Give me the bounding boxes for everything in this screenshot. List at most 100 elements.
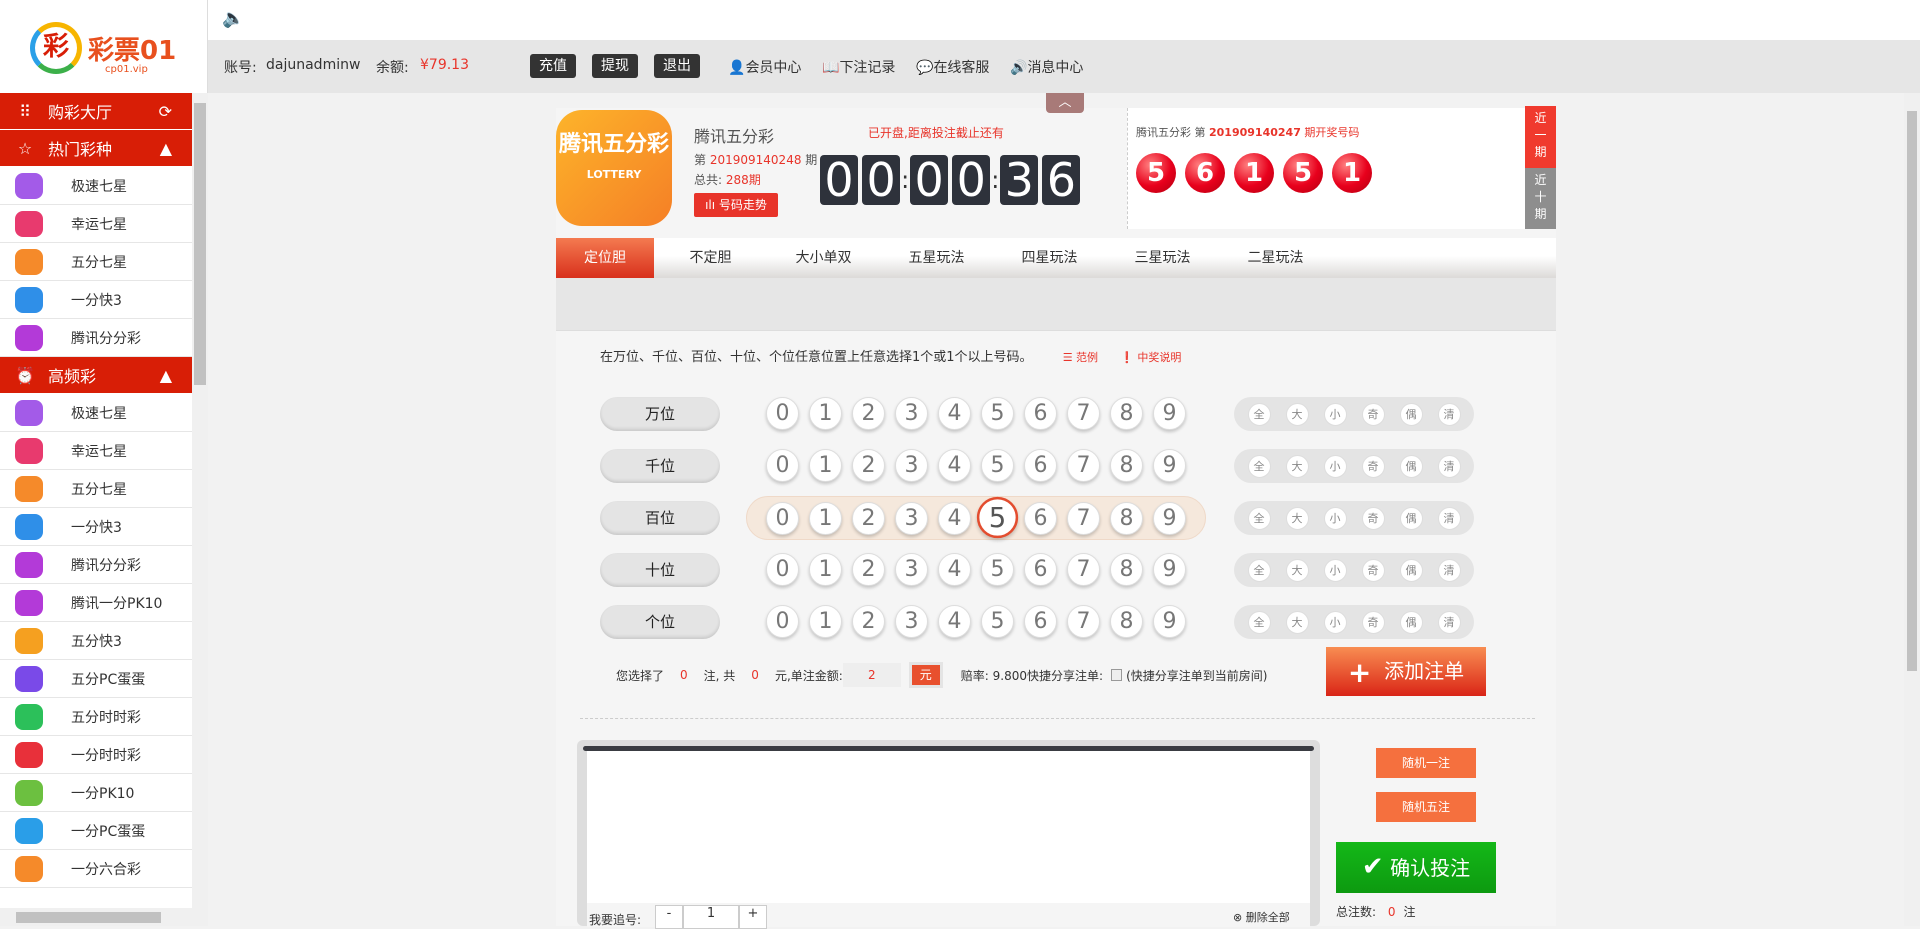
sidebar-section-frequent[interactable]: ⏰ 高频彩 ▲ <box>0 357 192 394</box>
speaker-icon[interactable]: 🔈 <box>222 8 244 29</box>
number-ball[interactable]: 6 <box>1024 397 1057 430</box>
tab-play-type[interactable]: 三星玩法 <box>1106 238 1219 278</box>
position-label[interactable]: 十位 <box>600 553 720 587</box>
number-ball[interactable]: 3 <box>895 449 928 482</box>
tab-play-type[interactable]: 五星玩法 <box>880 238 993 278</box>
number-ball[interactable]: 5 <box>981 449 1014 482</box>
sidebar-item[interactable]: 幸运七星 <box>0 432 192 470</box>
collapse-icon[interactable]: ▲ <box>160 366 172 385</box>
number-ball[interactable]: 9 <box>1153 605 1186 638</box>
sidebar-item[interactable]: 五分七星 <box>0 470 192 508</box>
scroll-thumb[interactable] <box>1907 111 1917 671</box>
delete-all-button[interactable]: ⊗ 删除全部 <box>1233 909 1290 925</box>
sidebar-item[interactable]: 腾讯一分PK10 <box>0 584 192 622</box>
number-ball[interactable]: 7 <box>1067 502 1100 535</box>
sidebar-item[interactable]: 腾讯分分彩 <box>0 319 192 357</box>
number-ball[interactable]: 8 <box>1110 502 1143 535</box>
number-ball[interactable]: 6 <box>1024 553 1057 586</box>
number-ball[interactable]: 1 <box>809 449 842 482</box>
recharge-button[interactable]: 充值 <box>530 54 576 78</box>
confirm-bet-button[interactable]: ✔ 确认投注 <box>1336 842 1496 893</box>
number-ball[interactable]: 1 <box>809 397 842 430</box>
bet-records-link[interactable]: 📖下注记录 <box>822 57 895 77</box>
quick-select-button[interactable]: 清 <box>1437 506 1461 530</box>
sidebar-item[interactable]: 极速七星 <box>0 167 192 205</box>
sidebar-item[interactable]: 一分快3 <box>0 508 192 546</box>
collapse-icon[interactable]: ▲ <box>160 139 172 158</box>
quick-select-button[interactable]: 小 <box>1323 558 1347 582</box>
unit-toggle[interactable]: 元 <box>911 665 940 685</box>
quick-select-button[interactable]: 清 <box>1437 454 1461 478</box>
member-center-link[interactable]: 👤会员中心 <box>728 57 801 77</box>
quick-select-button[interactable]: 大 <box>1285 402 1309 426</box>
sidebar-item[interactable]: 一分PK10 <box>0 774 192 812</box>
quick-select-button[interactable]: 小 <box>1323 454 1347 478</box>
number-ball[interactable]: 5 <box>981 605 1014 638</box>
number-ball[interactable]: 8 <box>1110 397 1143 430</box>
quick-select-button[interactable]: 大 <box>1285 454 1309 478</box>
number-ball[interactable]: 9 <box>1153 553 1186 586</box>
number-ball[interactable]: 4 <box>938 553 971 586</box>
number-ball[interactable]: 2 <box>852 397 885 430</box>
quick-select-button[interactable]: 奇 <box>1361 454 1385 478</box>
quick-select-button[interactable]: 大 <box>1285 506 1309 530</box>
chase-plus-button[interactable]: + <box>739 905 767 929</box>
sidebar-item[interactable]: 一分六合彩 <box>0 850 192 888</box>
chase-minus-button[interactable]: - <box>655 905 683 929</box>
chase-count-input[interactable]: 1 <box>683 905 739 929</box>
quick-select-button[interactable]: 偶 <box>1399 610 1423 634</box>
number-ball[interactable]: 4 <box>938 449 971 482</box>
scroll-thumb[interactable] <box>16 912 161 923</box>
quick-select-button[interactable]: 偶 <box>1399 558 1423 582</box>
number-ball[interactable]: 6 <box>1024 502 1057 535</box>
sidebar-section-hot[interactable]: ☆ 热门彩种 ▲ <box>0 130 192 167</box>
quick-select-button[interactable]: 全 <box>1247 558 1271 582</box>
sidebar-item[interactable]: 极速七星 <box>0 394 192 432</box>
sidebar-item[interactable]: 幸运七星 <box>0 205 192 243</box>
quick-select-button[interactable]: 偶 <box>1399 506 1423 530</box>
number-ball[interactable]: 9 <box>1153 449 1186 482</box>
number-ball[interactable]: 9 <box>1153 397 1186 430</box>
number-ball[interactable]: 1 <box>809 553 842 586</box>
quick-select-button[interactable]: 小 <box>1323 506 1347 530</box>
quick-select-button[interactable]: 奇 <box>1361 506 1385 530</box>
number-ball[interactable]: 8 <box>1110 449 1143 482</box>
logout-button[interactable]: 退出 <box>654 54 700 78</box>
sidebar-horizontal-scrollbar[interactable] <box>0 908 208 926</box>
number-ball[interactable]: 2 <box>852 553 885 586</box>
page-scrollbar[interactable] <box>1904 93 1920 926</box>
sidebar-item[interactable]: 五分PC蛋蛋 <box>0 660 192 698</box>
number-ball[interactable]: 2 <box>852 449 885 482</box>
customer-service-link[interactable]: 💬在线客服 <box>916 57 989 77</box>
number-ball[interactable]: 4 <box>938 605 971 638</box>
sidebar-lobby[interactable]: ⠿ 购彩大厅 ⟳ <box>0 93 192 130</box>
tab-play-type[interactable]: 不定胆 <box>654 238 767 278</box>
quick-select-button[interactable]: 小 <box>1323 402 1347 426</box>
quick-select-button[interactable]: 清 <box>1437 558 1461 582</box>
sidebar-item[interactable]: 一分快3 <box>0 281 192 319</box>
number-ball[interactable]: 0 <box>766 605 799 638</box>
number-ball[interactable]: 6 <box>1024 449 1057 482</box>
number-ball[interactable]: 3 <box>895 553 928 586</box>
number-ball[interactable]: 3 <box>895 502 928 535</box>
number-ball[interactable]: 6 <box>1024 605 1057 638</box>
tab-play-type[interactable]: 四星玩法 <box>993 238 1106 278</box>
refresh-icon[interactable]: ⟳ <box>159 102 172 121</box>
logo[interactable]: 彩 彩票01 cp01.vip <box>0 0 208 93</box>
number-ball[interactable]: 7 <box>1067 449 1100 482</box>
withdraw-button[interactable]: 提现 <box>592 54 638 78</box>
message-center-link[interactable]: 🔊消息中心 <box>1010 57 1083 77</box>
number-ball[interactable]: 4 <box>938 502 971 535</box>
quick-select-button[interactable]: 奇 <box>1361 610 1385 634</box>
add-bet-button[interactable]: + 添加注单 <box>1326 647 1486 696</box>
number-ball[interactable]: 0 <box>766 553 799 586</box>
sidebar-item[interactable]: 五分快3 <box>0 622 192 660</box>
number-ball[interactable]: 7 <box>1067 605 1100 638</box>
number-ball[interactable]: 8 <box>1110 553 1143 586</box>
collapse-header-button[interactable]: ︿ <box>1046 93 1084 113</box>
sidebar-item[interactable]: 一分PC蛋蛋 <box>0 812 192 850</box>
quick-select-button[interactable]: 奇 <box>1361 402 1385 426</box>
number-ball[interactable]: 5 <box>981 397 1014 430</box>
position-label[interactable]: 个位 <box>600 605 720 639</box>
unit-amount-input[interactable]: 2 <box>842 663 901 687</box>
